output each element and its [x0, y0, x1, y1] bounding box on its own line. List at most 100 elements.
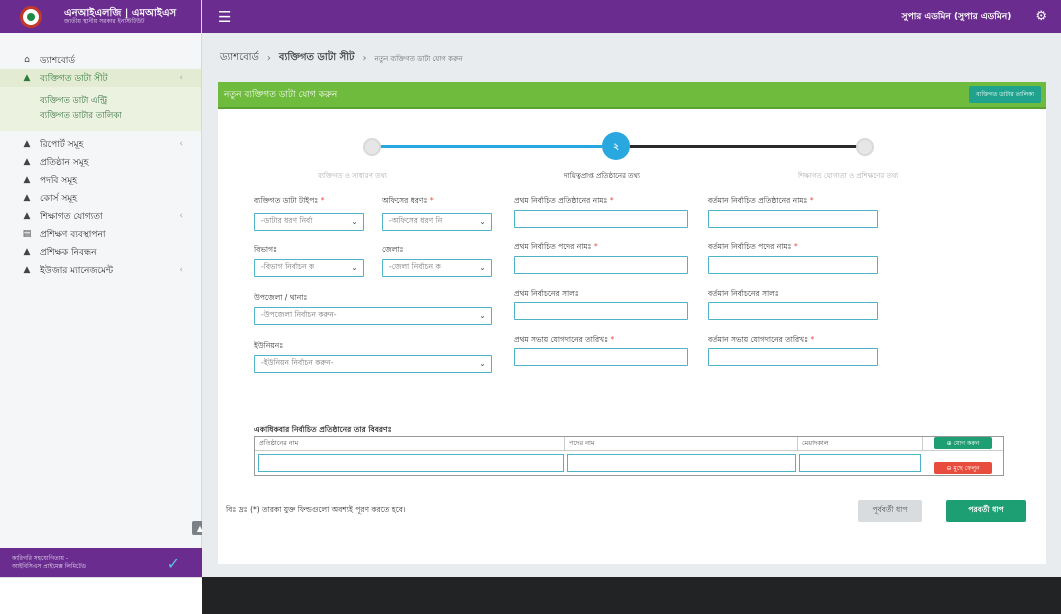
sidebar-item-personal-data[interactable]: ▲ ব্যক্তিগত ডাটা সীট ‹ [0, 69, 201, 87]
multi-elected-table: প্রতিষ্ঠানের নাম পদের নাম মেয়াদকাল [254, 436, 1004, 476]
card-header: নতুন ব্যক্তিগত ডাটা যোগ করুন ব্যক্তিগত ড… [218, 82, 1046, 109]
monitor-icon: ▤ [22, 229, 32, 239]
division-label: বিভাগঃ [254, 245, 277, 254]
sidebar: এনআইএলজি | এমআইএস জাতীয় স্থানীয় সরকার … [0, 0, 202, 614]
data-type-label: ব্যক্তিগত ডাটা টাইপঃ * [254, 196, 325, 205]
logo-icon [20, 5, 42, 28]
step-2-dot[interactable]: ২ [602, 132, 630, 160]
chevron-down-icon: ⌄ [479, 359, 486, 368]
chevron-down-icon: ⌄ [479, 217, 486, 226]
top-bar: ☰ সুপার এডমিন (সুপার এডমিন) ⚙ [202, 0, 1061, 33]
data-type-select[interactable]: -ডাটার ধরণ নির্বা ⌄ [254, 213, 364, 231]
sidebar-footer: কারিগরি সহযোগিতায় - আইবিসিএস প্রাইমেক্স… [0, 548, 202, 577]
user-icon: ▲ [23, 157, 31, 167]
district-select[interactable]: -জেলা নির্বাচন ক ⌄ [382, 259, 492, 277]
card-title: নতুন ব্যক্তিগত ডাটা যোগ করুন [224, 90, 338, 100]
submenu-item-list[interactable]: ব্যক্তিগত ডাটার তালিকা [40, 108, 201, 123]
breadcrumb-section[interactable]: ব্যক্তিগত ডাটা সীট [279, 50, 355, 67]
menu-icon[interactable]: ☰ [218, 8, 231, 26]
user-icon: ▲ [23, 73, 31, 83]
chevron-left-icon: ‹ [179, 211, 183, 221]
first-post-label: প্রথম নির্বাচিত পদের নামঃ * [514, 242, 598, 251]
checkmark-logo-icon: ✓ [166, 554, 180, 573]
chevron-left-icon: ‹ [179, 265, 183, 275]
step-3-label: শিক্ষাগত যোগ্যতা ও প্রশিক্ষণের তথ্য [798, 172, 899, 180]
form-card: নতুন ব্যক্তিগত ডাটা যোগ করুন ব্যক্তিগত ড… [218, 82, 1046, 564]
first-post-input[interactable] [514, 256, 688, 274]
brand[interactable]: এনআইএলজি | এমআইএস জাতীয় স্থানীয় সরকার … [0, 0, 201, 33]
sidebar-item-institutions[interactable]: ▲ প্রতিষ্ঠান সমূহ [0, 153, 201, 171]
office-type-label: অফিসের ধরণঃ * [382, 196, 434, 205]
column-header-post: পদের নাম [565, 437, 798, 450]
sidebar-item-courses[interactable]: ▲ কোর্স সমূহ [0, 189, 201, 207]
sidebar-item-trainer-registration[interactable]: ▲ প্রশিক্ষক নিবন্ধন [0, 243, 201, 261]
main-content: ড্যাশবোর্ড › ব্যক্তিগত ডাটা সীট › নতুন ব… [202, 33, 1061, 578]
first-election-input[interactable] [514, 302, 688, 320]
division-select[interactable]: -বিভাগ নির্বাচন ক ⌄ [254, 259, 364, 277]
bottom-left-area [0, 577, 202, 614]
sidebar-nav: ⌂ ড্যাশবোর্ড ▲ ব্যক্তিগত ডাটা সীট ‹ [0, 33, 201, 87]
breadcrumb-separator: › [266, 53, 271, 64]
step-line-pending [630, 145, 858, 148]
step-3-dot[interactable] [856, 138, 874, 156]
user-icon: ▲ [23, 265, 31, 275]
first-election-label: প্রথম নির্বাচনের সালঃ [514, 289, 579, 298]
sidebar-item-dashboard[interactable]: ⌂ ড্যাশবোর্ড [0, 51, 201, 69]
current-post-input[interactable] [708, 256, 878, 274]
current-election-input[interactable] [708, 302, 878, 320]
user-icon: ▲ [23, 139, 31, 149]
bottom-bar [202, 577, 1061, 614]
first-org-label: প্রথম নির্বাচিত প্রতিষ্ঠানের নামঃ * [514, 196, 614, 205]
gear-icon[interactable]: ⚙ [1035, 9, 1047, 24]
current-election-label: বর্তমান নির্বাচনের সালঃ [708, 289, 779, 298]
sidebar-item-user-management[interactable]: ▲ ইউজার ম্যানেজমেন্ট ‹ [0, 261, 201, 279]
step-1-dot[interactable] [363, 138, 381, 156]
union-select[interactable]: -ইউনিয়ন নির্বাচন করুন- ⌄ [254, 355, 492, 373]
district-label: জেলাঃ [382, 245, 404, 254]
post-name-input[interactable] [567, 454, 796, 472]
remove-row-button[interactable]: ⊖ মুছে ফেলুন [934, 462, 992, 474]
column-header-institution: প্রতিষ্ঠানের নাম [255, 437, 565, 450]
user-icon: ▲ [23, 175, 31, 185]
first-join-date-input[interactable] [514, 348, 688, 366]
footer-line-2: আইবিসিএস প্রাইমেক্স লিমিটেড [12, 562, 87, 570]
step-line-done [370, 145, 602, 148]
chevron-down-icon: ⌄ [351, 263, 358, 272]
current-post-label: বর্তমান নির্বাচিত পদের নামঃ * [708, 242, 798, 251]
term-input[interactable] [799, 454, 921, 472]
add-row-button[interactable]: ⊕ যোগ করুন [934, 437, 992, 449]
first-org-input[interactable] [514, 210, 688, 228]
current-join-date-input[interactable] [708, 348, 878, 366]
sidebar-item-reports[interactable]: ▲ রিপোর্ট সমূহ ‹ [0, 135, 201, 153]
column-header-term: মেয়াদকাল [798, 437, 923, 450]
breadcrumb-home[interactable]: ড্যাশবোর্ড [220, 50, 259, 67]
progress-stepper: ২ ব্যক্তিগত ও সাধারণ তথ্য দায়িত্বপ্রাপ্… [218, 132, 1046, 182]
home-icon: ⌂ [24, 55, 30, 65]
upazila-select[interactable]: -উপজেলা নির্বাচন করুন- ⌄ [254, 307, 492, 325]
sidebar-submenu: ব্যক্তিগত ডাটা এন্ট্রি ব্যক্তিগত ডাটার ত… [0, 87, 201, 131]
institution-name-input[interactable] [258, 454, 564, 472]
next-step-button[interactable]: পরবর্তী ধাপ [946, 500, 1026, 522]
user-icon: ▲ [23, 211, 31, 221]
user-icon: ▲ [23, 247, 31, 257]
previous-step-button[interactable]: পূর্ববর্তী ধাপ [858, 500, 922, 522]
chevron-down-icon: ⌄ [351, 217, 358, 226]
sidebar-item-training[interactable]: ▤ প্রশিক্ষণ ব্যবস্থাপনা [0, 225, 201, 243]
sidebar-item-education[interactable]: ▲ শিক্ষাগত যোগ্যতা ‹ [0, 207, 201, 225]
data-list-button[interactable]: ব্যক্তিগত ডাটার তালিকা [969, 86, 1041, 103]
footer-line-1: কারিগরি সহযোগিতায় - [12, 554, 69, 562]
brand-subtitle: জাতীয় স্থানীয় সরকার ইনস্টিটিউট [64, 17, 145, 25]
chevron-left-icon: ‹ [179, 139, 183, 149]
chevron-down-icon: ⌄ [479, 263, 486, 272]
chevron-down-icon: ⌄ [479, 311, 486, 320]
breadcrumb-separator: › [362, 53, 367, 64]
sidebar-item-designations[interactable]: ▲ পদবি সমূহ [0, 171, 201, 189]
step-2-label: দায়িত্বপ্রাপ্ত প্রতিষ্ঠানের তথ্য [564, 172, 640, 180]
user-menu[interactable]: সুপার এডমিন (সুপার এডমিন) [902, 9, 1012, 24]
union-label: ইউনিয়নঃ [254, 341, 284, 350]
current-org-input[interactable] [708, 210, 878, 228]
submenu-item-entry[interactable]: ব্যক্তিগত ডাটা এন্ট্রি [40, 93, 201, 108]
upazila-label: উপজেলা / থানাঃ [254, 293, 308, 302]
office-type-select[interactable]: -অফিসের ধরণ নি ⌄ [382, 213, 492, 231]
table-header-row: প্রতিষ্ঠানের নাম পদের নাম মেয়াদকাল [255, 437, 1003, 451]
